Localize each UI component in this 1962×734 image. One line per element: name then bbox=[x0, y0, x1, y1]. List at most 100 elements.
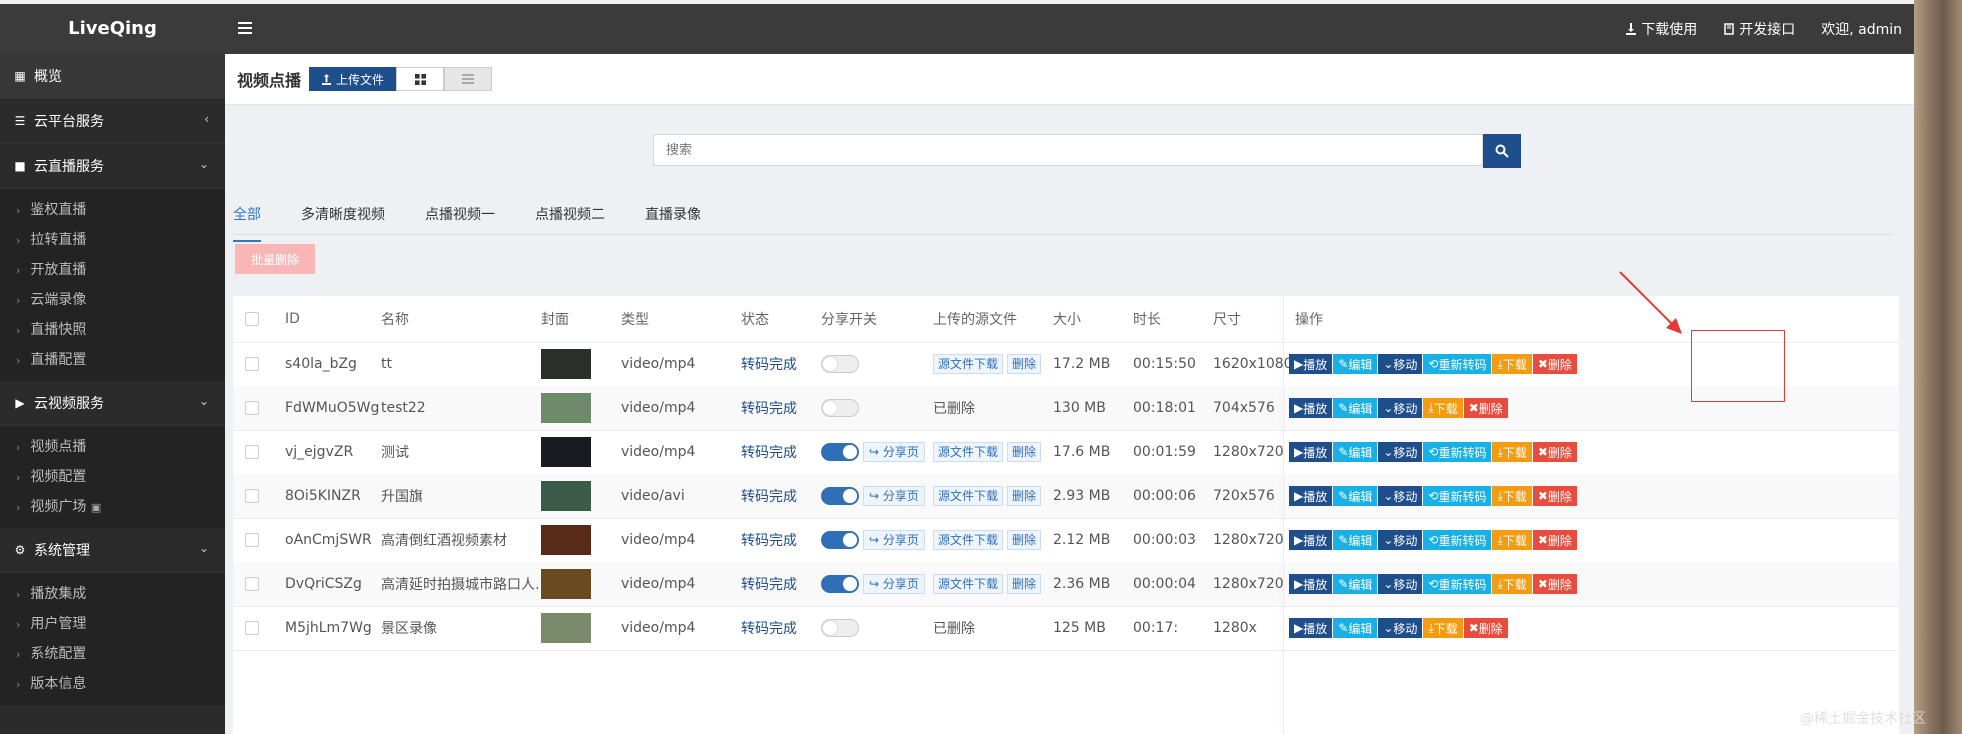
edit-button[interactable]: ✎ 编辑 bbox=[1333, 574, 1378, 594]
delete-button[interactable]: ✖ 删除 bbox=[1463, 618, 1508, 638]
play-button[interactable]: ▶ 播放 bbox=[1289, 398, 1333, 418]
row-checkbox[interactable] bbox=[245, 606, 259, 650]
row-checkbox[interactable] bbox=[245, 562, 259, 606]
sidebar-item-live-service[interactable]: ■ 云直播服务 ⌄ bbox=[0, 144, 225, 189]
play-button[interactable]: ▶ 播放 bbox=[1289, 442, 1333, 462]
retranscode-button[interactable]: ⟲ 重新转码 bbox=[1423, 486, 1492, 506]
edit-button[interactable]: ✎ 编辑 bbox=[1333, 486, 1378, 506]
tab-live-record[interactable]: 直播录像 bbox=[645, 204, 701, 234]
source-delete-button[interactable]: 删除 bbox=[1007, 486, 1042, 506]
tab-vod-two[interactable]: 点播视频二 bbox=[535, 204, 605, 234]
move-button[interactable]: ⌄ 移动 bbox=[1378, 354, 1423, 374]
sidebar-item-vod[interactable]: › 视频点播 bbox=[0, 432, 225, 462]
cell-cover-thumbnail[interactable] bbox=[541, 518, 591, 562]
delete-button[interactable]: ✖ 删除 bbox=[1532, 530, 1577, 550]
cell-cover-thumbnail[interactable] bbox=[541, 606, 591, 650]
retranscode-button[interactable]: ⟲ 重新转码 bbox=[1423, 574, 1492, 594]
delete-button[interactable]: ✖ 删除 bbox=[1532, 486, 1577, 506]
move-button[interactable]: ⌄ 移动 bbox=[1378, 442, 1423, 462]
source-delete-button[interactable]: 删除 bbox=[1007, 530, 1042, 550]
download-button[interactable]: ⤓ 下载 bbox=[1492, 442, 1532, 462]
source-delete-button[interactable]: 删除 bbox=[1007, 442, 1042, 462]
share-page-button[interactable]: ↪ 分享页 bbox=[863, 574, 925, 594]
sidebar-item-video-square[interactable]: › 视频广场 ▣ bbox=[0, 492, 225, 522]
source-download-button[interactable]: 源文件下载 bbox=[933, 354, 1004, 374]
share-toggle[interactable] bbox=[821, 531, 859, 549]
move-button[interactable]: ⌄ 移动 bbox=[1378, 574, 1423, 594]
retranscode-button[interactable]: ⟲ 重新转码 bbox=[1423, 530, 1492, 550]
source-delete-button[interactable]: 删除 bbox=[1007, 574, 1042, 594]
move-button[interactable]: ⌄ 移动 bbox=[1378, 486, 1423, 506]
select-all-checkbox[interactable] bbox=[245, 296, 259, 342]
sidebar-item-video-service[interactable]: ▶ 云视频服务 ⌄ bbox=[0, 381, 225, 426]
sidebar-item-system-config[interactable]: › 系统配置 bbox=[0, 639, 225, 669]
cell-cover-thumbnail[interactable] bbox=[541, 342, 591, 386]
user-menu[interactable]: 欢迎, admin bbox=[1821, 19, 1902, 39]
move-button[interactable]: ⌄ 移动 bbox=[1378, 618, 1423, 638]
source-download-button[interactable]: 源文件下载 bbox=[933, 530, 1004, 550]
sidebar-item-pull-live[interactable]: › 拉转直播 bbox=[0, 225, 225, 255]
download-button[interactable]: ⤓ 下载 bbox=[1492, 354, 1532, 374]
sidebar-item-live-snapshot[interactable]: › 直播快照 bbox=[0, 315, 225, 345]
play-button[interactable]: ▶ 播放 bbox=[1289, 574, 1333, 594]
download-button[interactable]: ⤓ 下载 bbox=[1423, 618, 1463, 638]
cell-cover-thumbnail[interactable] bbox=[541, 562, 591, 606]
share-page-button[interactable]: ↪ 分享页 bbox=[863, 442, 925, 462]
delete-button[interactable]: ✖ 删除 bbox=[1532, 442, 1577, 462]
share-page-button[interactable]: ↪ 分享页 bbox=[863, 530, 925, 550]
share-toggle[interactable] bbox=[821, 355, 859, 373]
menu-toggle-icon[interactable] bbox=[238, 19, 254, 39]
sidebar-item-cloud-platform[interactable]: ☰ 云平台服务 ‹ bbox=[0, 99, 225, 144]
download-link[interactable]: 下载使用 bbox=[1625, 19, 1697, 39]
api-link[interactable]: 开发接口 bbox=[1723, 19, 1795, 39]
app-logo[interactable]: LiveQing bbox=[0, 4, 225, 54]
share-toggle[interactable] bbox=[821, 399, 859, 417]
retranscode-button[interactable]: ⟲ 重新转码 bbox=[1423, 354, 1492, 374]
delete-button[interactable]: ✖ 删除 bbox=[1532, 354, 1577, 374]
cell-cover-thumbnail[interactable] bbox=[541, 386, 591, 430]
row-checkbox[interactable] bbox=[245, 342, 259, 386]
sidebar-item-version-info[interactable]: › 版本信息 bbox=[0, 669, 225, 699]
row-checkbox[interactable] bbox=[245, 474, 259, 518]
share-toggle[interactable] bbox=[821, 619, 859, 637]
share-page-button[interactable]: ↪ 分享页 bbox=[863, 486, 925, 506]
row-checkbox[interactable] bbox=[245, 430, 259, 474]
search-button[interactable] bbox=[1483, 134, 1521, 168]
move-button[interactable]: ⌄ 移动 bbox=[1378, 530, 1423, 550]
sidebar-item-auth-live[interactable]: › 鉴权直播 bbox=[0, 195, 225, 225]
source-download-button[interactable]: 源文件下载 bbox=[933, 486, 1004, 506]
retranscode-button[interactable]: ⟲ 重新转码 bbox=[1423, 442, 1492, 462]
sidebar-item-open-live[interactable]: › 开放直播 bbox=[0, 255, 225, 285]
cell-cover-thumbnail[interactable] bbox=[541, 474, 591, 518]
upload-button[interactable]: 上传文件 bbox=[309, 67, 397, 91]
row-checkbox[interactable] bbox=[245, 518, 259, 562]
download-button[interactable]: ⤓ 下载 bbox=[1492, 486, 1532, 506]
share-toggle[interactable] bbox=[821, 443, 859, 461]
edit-button[interactable]: ✎ 编辑 bbox=[1333, 530, 1378, 550]
sidebar-item-cloud-record[interactable]: › 云端录像 bbox=[0, 285, 225, 315]
download-button[interactable]: ⤓ 下载 bbox=[1492, 574, 1532, 594]
play-button[interactable]: ▶ 播放 bbox=[1289, 618, 1333, 638]
sidebar-item-player-integration[interactable]: › 播放集成 bbox=[0, 579, 225, 609]
sidebar-item-system[interactable]: ⚙ 系统管理 ⌄ bbox=[0, 528, 225, 573]
download-button[interactable]: ⤓ 下载 bbox=[1423, 398, 1463, 418]
edit-button[interactable]: ✎ 编辑 bbox=[1333, 618, 1378, 638]
edit-button[interactable]: ✎ 编辑 bbox=[1333, 354, 1378, 374]
sidebar-item-live-config[interactable]: › 直播配置 bbox=[0, 345, 225, 375]
sidebar-item-video-config[interactable]: › 视频配置 bbox=[0, 462, 225, 492]
source-download-button[interactable]: 源文件下载 bbox=[933, 574, 1004, 594]
source-download-button[interactable]: 源文件下载 bbox=[933, 442, 1004, 462]
delete-button[interactable]: ✖ 删除 bbox=[1463, 398, 1508, 418]
sidebar-item-overview[interactable]: ▦ 概览 bbox=[0, 54, 225, 99]
share-toggle[interactable] bbox=[821, 575, 859, 593]
batch-delete-button[interactable]: 批量删除 bbox=[235, 244, 315, 274]
list-view-button[interactable] bbox=[444, 67, 493, 91]
row-checkbox[interactable] bbox=[245, 386, 259, 430]
play-button[interactable]: ▶ 播放 bbox=[1289, 486, 1333, 506]
play-button[interactable]: ▶ 播放 bbox=[1289, 354, 1333, 374]
share-toggle[interactable] bbox=[821, 487, 859, 505]
grid-view-button[interactable] bbox=[396, 67, 445, 91]
download-button[interactable]: ⤓ 下载 bbox=[1492, 530, 1532, 550]
tab-vod-one[interactable]: 点播视频一 bbox=[425, 204, 495, 234]
edit-button[interactable]: ✎ 编辑 bbox=[1333, 398, 1378, 418]
